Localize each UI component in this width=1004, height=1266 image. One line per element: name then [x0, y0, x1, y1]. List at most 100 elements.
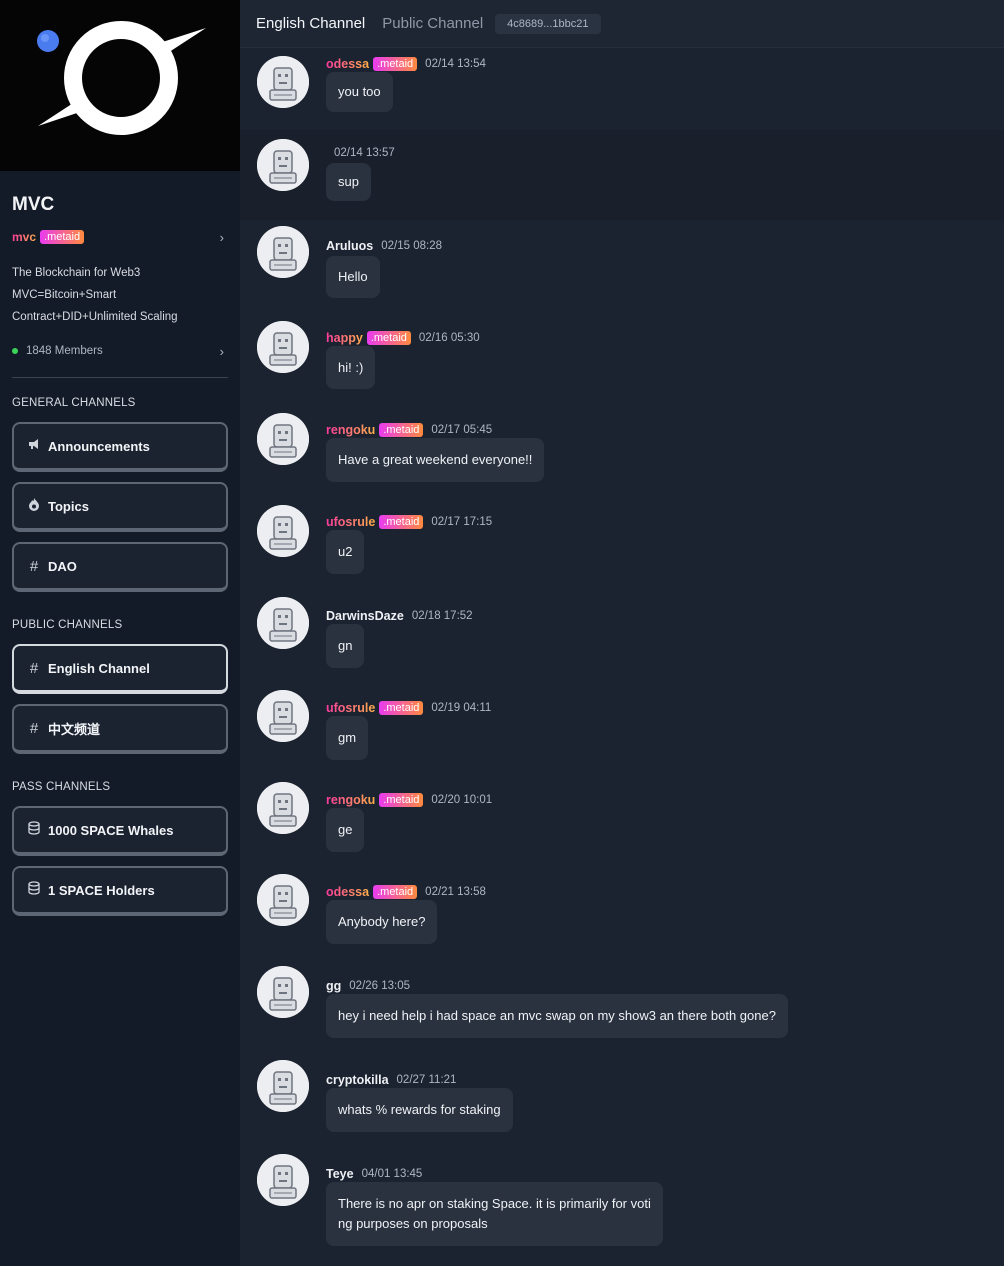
message-meta: DarwinsDaze 02/18 17:52: [326, 608, 473, 624]
message-item: gg 02/26 13:05 hey i need help i had space…: [240, 954, 1004, 1048]
username[interactable]: odessa: [326, 57, 369, 71]
metaid-badge: .metaid: [373, 57, 418, 71]
username[interactable]: rengoku: [326, 423, 375, 437]
message-time: 02/17 05:45: [431, 424, 493, 436]
message-bubble: ge: [326, 808, 365, 852]
username[interactable]: ufosrule: [326, 515, 375, 529]
megaphone-icon: [26, 437, 42, 455]
channel-label: Announcements: [48, 438, 150, 454]
channel-english[interactable]: # English Channel: [12, 644, 228, 694]
tab-english-channel[interactable]: English Channel: [256, 15, 365, 32]
avatar[interactable]: [257, 321, 309, 373]
flame-icon: [26, 497, 42, 515]
message-item: rengoku .metaid 02/17 05:45 Have a great we…: [240, 400, 1004, 492]
metaid-logo-icon: [37, 21, 206, 135]
message-bubble: There is no apr on staking Space. it is …: [326, 1182, 663, 1246]
metaid-badge: .metaid: [379, 793, 424, 807]
username[interactable]: rengoku: [326, 793, 375, 807]
message-meta: cryptokilla 02/27 11:21: [326, 1072, 456, 1088]
message-meta: ufosrule .metaid 02/17 17:15: [326, 514, 492, 530]
message-meta: odessa .metaid 02/21 13:58: [326, 884, 486, 900]
message-item: ufosrule .metaid 02/17 17:15 u2: [240, 492, 1004, 584]
channel-label: DAO: [48, 558, 77, 574]
avatar[interactable]: [257, 505, 309, 557]
message-meta: ufosrule .metaid 02/19 04:11: [326, 700, 491, 716]
message-meta: happy .metaid 02/16 05:30: [326, 330, 480, 346]
divider: [12, 377, 228, 378]
message-time: 02/17 17:15: [431, 516, 493, 528]
username[interactable]: Aruluos: [326, 239, 373, 253]
username[interactable]: happy: [326, 331, 363, 345]
community-cover: [0, 0, 240, 171]
message-item: Teye 04/01 13:45 There is no apr on stakin…: [240, 1142, 1004, 1266]
message-bubble: Hello: [326, 256, 380, 298]
metaid-badge: .metaid: [379, 515, 424, 529]
channel-holders[interactable]: 1 SPACE Holders: [12, 866, 228, 916]
channel-header: English Channel Public Channel 4c8689...…: [240, 0, 1004, 48]
section-title-public: PUBLIC CHANNELS: [12, 619, 123, 631]
owner-name: mvc: [12, 230, 37, 244]
message-item: Aruluos 02/15 08:28 Hello: [240, 220, 1004, 308]
metaid-badge: .metaid: [373, 885, 418, 899]
message-time: 02/14 13:54: [425, 58, 486, 70]
channel-chinese[interactable]: # 中文频道: [12, 704, 228, 754]
avatar[interactable]: [257, 966, 309, 1018]
hash-icon: #: [29, 659, 39, 677]
message-item: odessa .metaid 02/21 13:58 Anybody here?: [240, 860, 1004, 954]
avatar[interactable]: [257, 597, 309, 649]
message-time: 02/26 13:05: [349, 980, 411, 992]
section-title-pass: PASS CHANNELS: [12, 781, 111, 793]
channel-address[interactable]: 4c8689...1bbc21: [495, 13, 601, 34]
message-meta: 02/14 13:57: [334, 145, 395, 161]
message-meta: Teye 04/01 13:45: [326, 1166, 422, 1182]
metaid-badge: .metaid: [379, 423, 424, 437]
owner-row[interactable]: mvc .metaid ›: [12, 229, 228, 245]
message-item: rengoku .metaid 02/20 10:01 ge: [240, 768, 1004, 860]
avatar[interactable]: [257, 56, 309, 108]
hash-icon: #: [29, 557, 39, 575]
channel-dao[interactable]: # DAO: [12, 542, 228, 592]
message-bubble: u2: [326, 530, 365, 574]
message-time: 02/21 13:58: [425, 886, 486, 898]
members-row[interactable]: 1848 Members ›: [12, 343, 228, 359]
message-bubble: Have a great weekend everyone!!: [326, 438, 545, 482]
channel-announcements[interactable]: Announcements: [12, 422, 228, 472]
username[interactable]: gg: [326, 979, 341, 993]
username[interactable]: DarwinsDaze: [326, 609, 404, 623]
message-time: 02/19 04:11: [431, 702, 492, 714]
avatar[interactable]: [257, 690, 309, 742]
metaid-badge: .metaid: [40, 230, 85, 244]
username[interactable]: ufosrule: [326, 701, 375, 715]
avatar[interactable]: [257, 782, 309, 834]
channel-topics[interactable]: Topics: [12, 482, 228, 532]
message-time: 02/15 08:28: [381, 240, 442, 252]
avatar[interactable]: [257, 874, 309, 926]
community-sidebar: MVC mvc .metaid › The Blockchain for Web…: [0, 0, 240, 1266]
avatar[interactable]: [257, 1060, 309, 1112]
avatar[interactable]: [257, 413, 309, 465]
chat-area: English Channel Public Channel 4c8689...…: [240, 0, 1004, 1266]
avatar[interactable]: [257, 1154, 309, 1206]
username[interactable]: Teye: [326, 1167, 354, 1181]
tab-public-channel[interactable]: Public Channel: [382, 15, 483, 32]
message-time: 02/20 10:01: [431, 794, 493, 806]
members-count: 1848 Members: [26, 345, 103, 357]
message-bubble: hi! :): [326, 346, 376, 389]
message-time: 02/16 05:30: [418, 332, 480, 344]
channel-label: Topics: [48, 498, 89, 514]
database-icon: [26, 821, 42, 839]
channel-label: English Channel: [48, 660, 150, 676]
message-item: cryptokilla 02/27 11:21 whats % rewards fo…: [240, 1048, 1004, 1142]
channel-label: 中文频道: [48, 721, 101, 737]
avatar[interactable]: [257, 226, 309, 278]
online-dot-icon: [12, 348, 18, 354]
username[interactable]: odessa: [326, 885, 369, 899]
chevron-right-icon[interactable]: ›: [220, 230, 224, 245]
chevron-right-icon[interactable]: ›: [220, 344, 224, 359]
username[interactable]: cryptokilla: [326, 1073, 389, 1087]
metaid-badge: .metaid: [379, 701, 424, 715]
avatar[interactable]: [257, 139, 309, 191]
community-description: The Blockchain for Web3 MVC=Bitcoin+Smar…: [12, 267, 178, 323]
channel-whales[interactable]: 1000 SPACE Whales: [12, 806, 228, 856]
message-bubble: Anybody here?: [326, 900, 438, 944]
